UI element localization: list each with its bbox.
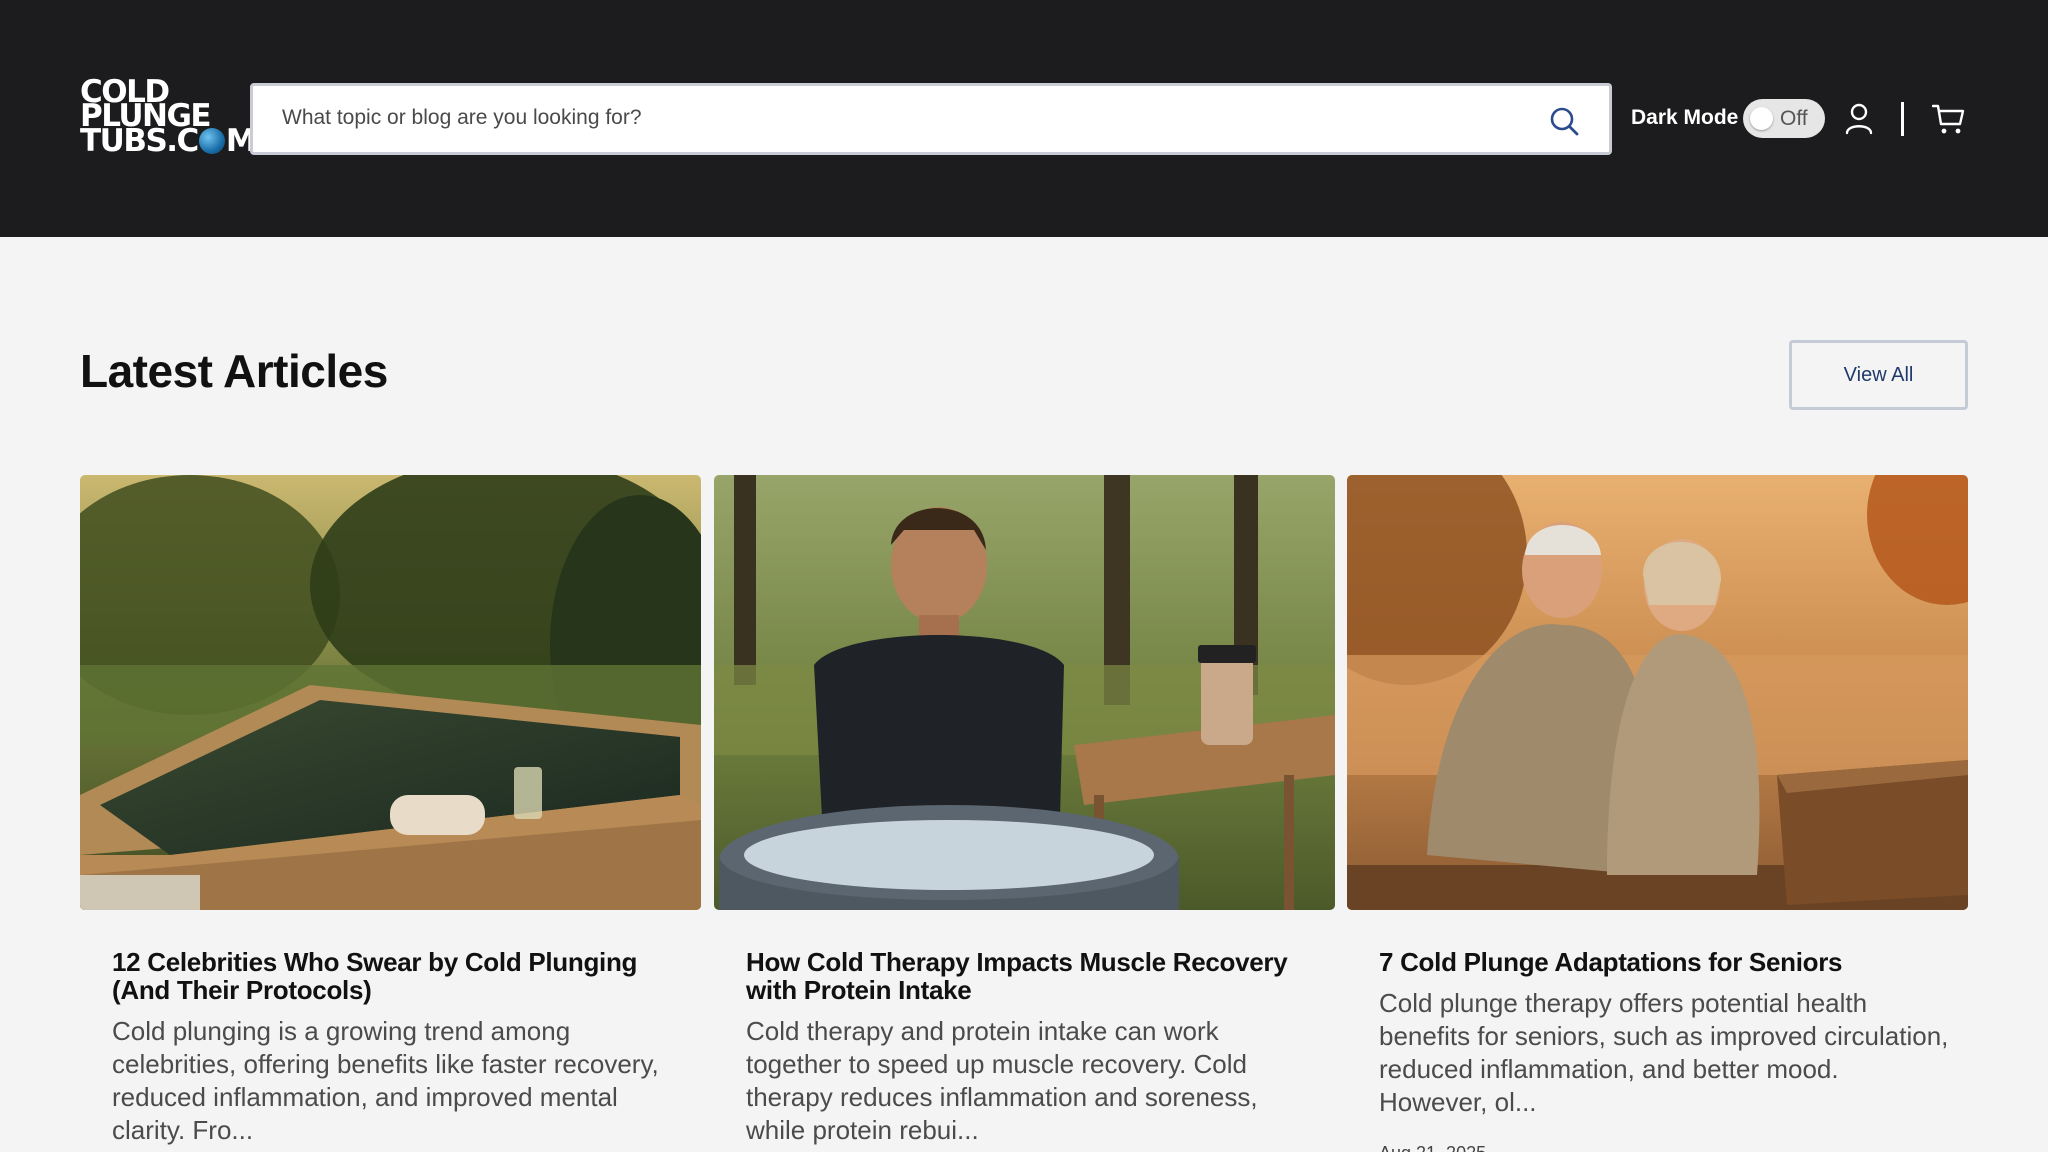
toggle-state: Off <box>1780 107 1808 130</box>
article-excerpt: Cold therapy and protein intake can work… <box>746 1016 1258 1145</box>
article-excerpt: Cold plunge therapy offers potential hea… <box>1379 988 1949 1117</box>
article-image[interactable] <box>714 475 1335 910</box>
article-image[interactable] <box>80 475 701 910</box>
article-excerpt: Cold plunging is a growing trend among c… <box>112 1016 659 1145</box>
view-all-button[interactable]: View All <box>1789 340 1968 410</box>
article-date: Aug 21, 2025 <box>1379 1143 1486 1152</box>
logo-globe-icon <box>198 128 225 154</box>
dark-mode-toggle[interactable]: Off <box>1743 99 1825 138</box>
user-account-icon[interactable] <box>1844 103 1874 135</box>
logo-line-3: TUBS.C M <box>80 123 257 159</box>
article-image[interactable] <box>1347 475 1968 910</box>
article-title[interactable]: 7 Cold Plunge Adaptations for Seniors <box>1379 948 1949 976</box>
article-title[interactable]: How Cold Therapy Impacts Muscle Recovery… <box>746 948 1316 1004</box>
site-logo[interactable]: COLD PLUNGE TUBS.C M <box>80 77 257 159</box>
search-input[interactable]: What topic or blog are you looking for? <box>250 83 1612 155</box>
search-icon[interactable] <box>1549 106 1579 136</box>
shopping-cart-icon[interactable] <box>1932 102 1966 136</box>
toggle-knob <box>1750 107 1773 130</box>
article-title[interactable]: 12 Celebrities Who Swear by Cold Plungin… <box>112 948 682 1004</box>
section-title: Latest Articles <box>80 345 388 397</box>
site-header: COLD PLUNGE TUBS.C M What topic or blog a… <box>0 0 2048 237</box>
dark-mode-label: Dark Mode <box>1631 106 1739 129</box>
header-divider <box>1901 102 1904 136</box>
search-placeholder: What topic or blog are you looking for? <box>282 106 642 129</box>
